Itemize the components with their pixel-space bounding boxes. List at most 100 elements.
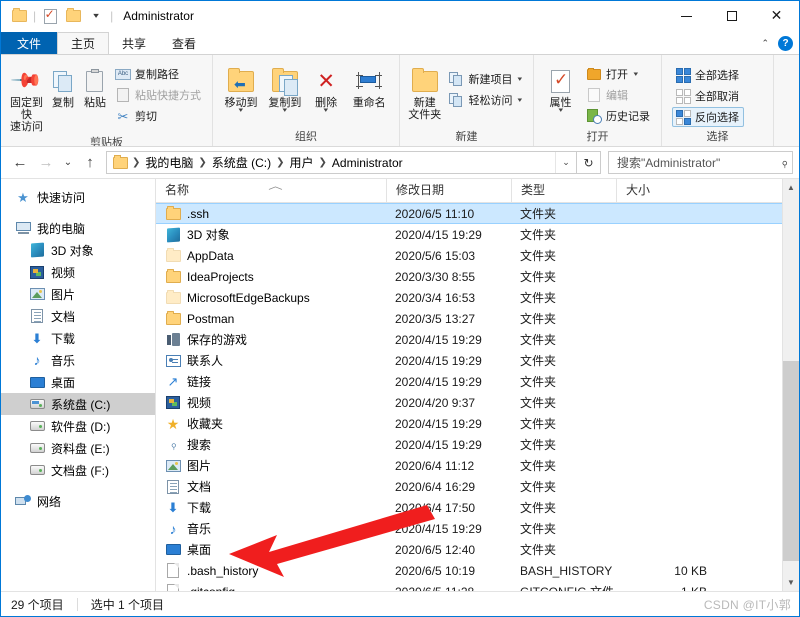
- sidebar-item-downloads[interactable]: ⬇ 下载: [1, 327, 155, 349]
- sidebar-item-system-drive[interactable]: 系统盘 (C:): [1, 393, 155, 415]
- tab-view[interactable]: 查看: [159, 32, 209, 54]
- breadcrumb-separator[interactable]: ❯: [131, 157, 141, 168]
- sidebar-item-videos[interactable]: 视频: [1, 261, 155, 283]
- table-row[interactable]: ♪ 音乐 2020/4/15 19:29 文件夹: [156, 518, 799, 539]
- scroll-down-button[interactable]: ▼: [783, 574, 799, 591]
- table-row[interactable]: 文档 2020/6/4 16:29 文件夹: [156, 476, 799, 497]
- close-button[interactable]: ✕: [754, 1, 799, 31]
- sidebar-item-drive-d[interactable]: 软件盘 (D:): [1, 415, 155, 437]
- move-to-caret-icon[interactable]: ▾: [239, 107, 244, 114]
- select-all-button[interactable]: 全部选择: [672, 65, 744, 85]
- sidebar-item-desktop[interactable]: 桌面: [1, 371, 155, 393]
- select-none-button[interactable]: 全部取消: [672, 86, 744, 106]
- copy-button[interactable]: 复制: [48, 61, 78, 110]
- open-caret-icon[interactable]: ▾: [633, 70, 638, 78]
- folder-icon[interactable]: [9, 6, 29, 26]
- table-row[interactable]: IdeaProjects 2020/3/30 8:55 文件夹: [156, 266, 799, 287]
- invert-selection-button[interactable]: 反向选择: [672, 107, 744, 127]
- sidebar-item-3d-objects[interactable]: 3D 对象: [1, 239, 155, 261]
- new-folder-icon[interactable]: [63, 6, 83, 26]
- move-to-button[interactable]: ⬅ 移动到 ▾: [219, 61, 263, 115]
- table-row[interactable]: 桌面 2020/6/5 12:40 文件夹: [156, 539, 799, 560]
- table-row[interactable]: .gitconfig2020/6/5 11:28GITCONFIG 文件1 KB: [156, 581, 799, 591]
- table-row[interactable]: 保存的游戏 2020/4/15 19:29 文件夹: [156, 329, 799, 350]
- table-row[interactable]: .bash_history 2020/6/5 10:19 BASH_HISTORY …: [156, 560, 799, 581]
- search-box[interactable]: ⌕: [608, 151, 793, 174]
- copy-path-button[interactable]: Abc 复制路径: [112, 64, 206, 84]
- easy-access-button[interactable]: 轻松访问 ▾: [445, 90, 527, 110]
- properties-button[interactable]: 属性 ▾: [540, 61, 581, 115]
- table-row[interactable]: .ssh 2020/6/5 11:10 文件夹: [156, 203, 799, 224]
- new-folder-button[interactable]: 新建 文件夹: [406, 61, 443, 122]
- breadcrumb-separator[interactable]: ❯: [318, 157, 328, 168]
- edit-button[interactable]: 编辑: [583, 85, 655, 105]
- scroll-thumb[interactable]: [783, 361, 799, 561]
- breadcrumb-separator[interactable]: ❯: [275, 157, 285, 168]
- new-item-caret-icon[interactable]: ▾: [518, 75, 523, 83]
- breadcrumb-item-system-drive[interactable]: 系统盘 (C:): [208, 153, 275, 172]
- address-field[interactable]: ❯ 我的电脑 ❯ 系统盘 (C:) ❯ 用户 ❯ Administrator ⌄: [106, 151, 577, 174]
- sidebar-item-pictures[interactable]: 图片: [1, 283, 155, 305]
- copy-to-button[interactable]: 复制到 ▾: [263, 61, 307, 115]
- table-row[interactable]: ⬇ 下载 2020/6/4 17:50 文件夹: [156, 497, 799, 518]
- minimize-button[interactable]: [664, 1, 709, 31]
- tab-file[interactable]: 文件: [1, 32, 58, 54]
- breadcrumb-item-this-pc[interactable]: 我的电脑: [141, 153, 197, 172]
- address-dropdown-icon[interactable]: ⌄: [555, 152, 576, 173]
- rename-button[interactable]: 重命名: [345, 61, 393, 110]
- sidebar-item-this-pc[interactable]: 我的电脑: [1, 217, 155, 239]
- table-row[interactable]: 3D 对象 2020/4/15 19:29 文件夹: [156, 224, 799, 245]
- tab-share[interactable]: 共享: [109, 32, 159, 54]
- table-row[interactable]: ↗ 链接 2020/4/15 19:29 文件夹: [156, 371, 799, 392]
- forward-button[interactable]: →: [33, 151, 59, 175]
- vertical-scrollbar[interactable]: ▲ ▼: [782, 179, 799, 591]
- breadcrumb-item-users[interactable]: 用户: [286, 153, 318, 172]
- easy-access-caret-icon[interactable]: ▾: [518, 96, 523, 104]
- search-input[interactable]: [615, 154, 781, 171]
- cell-type: 文件夹: [520, 249, 557, 263]
- column-header-size[interactable]: 大小: [616, 179, 721, 202]
- column-header-date[interactable]: 修改日期: [386, 179, 511, 202]
- refresh-button[interactable]: ↻: [577, 151, 601, 174]
- delete-caret-icon[interactable]: ▾: [324, 107, 329, 114]
- table-row[interactable]: AppData 2020/5/6 15:03 文件夹: [156, 245, 799, 266]
- breadcrumb-separator[interactable]: ❯: [197, 157, 207, 168]
- table-row[interactable]: ★ 收藏夹 2020/4/15 19:29 文件夹: [156, 413, 799, 434]
- new-item-button[interactable]: 新建项目 ▾: [445, 69, 527, 89]
- properties-icon[interactable]: [40, 6, 60, 26]
- table-row[interactable]: ⌕ 搜索 2020/4/15 19:29 文件夹: [156, 434, 799, 455]
- history-button[interactable]: 历史记录: [583, 106, 655, 126]
- help-icon[interactable]: ?: [778, 36, 793, 51]
- sidebar-item-documents[interactable]: 文档: [1, 305, 155, 327]
- back-button[interactable]: ←: [7, 151, 33, 175]
- table-row[interactable]: Postman 2020/3/5 13:27 文件夹: [156, 308, 799, 329]
- collapse-ribbon-icon[interactable]: ⌃: [761, 39, 769, 48]
- column-header-type[interactable]: 类型: [511, 179, 616, 202]
- cut-button[interactable]: ✂ 剪切: [112, 106, 206, 126]
- breadcrumb-item-administrator[interactable]: Administrator: [328, 155, 407, 171]
- scroll-up-button[interactable]: ▲: [783, 179, 799, 196]
- table-row[interactable]: MicrosoftEdgeBackups 2020/3/4 16:53 文件夹: [156, 287, 799, 308]
- sidebar-item-music[interactable]: ♪ 音乐: [1, 349, 155, 371]
- up-button[interactable]: ↑: [77, 151, 103, 175]
- table-row[interactable]: 联系人 2020/4/15 19:29 文件夹: [156, 350, 799, 371]
- maximize-button[interactable]: [709, 1, 754, 31]
- pin-to-quick-access-button[interactable]: 📌 固定到快 速访问: [7, 61, 46, 134]
- folder-icon: [165, 247, 181, 264]
- properties-caret-icon[interactable]: ▾: [558, 107, 563, 114]
- table-row[interactable]: 图片 2020/6/4 11:12 文件夹: [156, 455, 799, 476]
- delete-button[interactable]: ✕ 删除 ▾: [307, 61, 345, 115]
- tab-home[interactable]: 主页: [57, 32, 110, 54]
- open-button[interactable]: 打开 ▾: [583, 64, 655, 84]
- paste-shortcut-button[interactable]: 粘贴快捷方式: [112, 85, 206, 105]
- sidebar-item-drive-f[interactable]: 文档盘 (F:): [1, 459, 155, 481]
- sidebar-item-drive-e[interactable]: 资料盘 (E:): [1, 437, 155, 459]
- paste-button[interactable]: 粘贴: [80, 61, 110, 110]
- copy-to-caret-icon[interactable]: ▾: [283, 107, 288, 114]
- chevron-down-icon[interactable]: ▾: [86, 6, 106, 26]
- recent-locations-button[interactable]: ⌄: [59, 151, 77, 175]
- sidebar-item-quick-access[interactable]: ★ 快速访问: [1, 186, 155, 208]
- table-row[interactable]: 视频 2020/4/20 9:37 文件夹: [156, 392, 799, 413]
- sidebar-item-network[interactable]: 网络: [1, 490, 155, 512]
- scroll-track[interactable]: [783, 196, 799, 574]
